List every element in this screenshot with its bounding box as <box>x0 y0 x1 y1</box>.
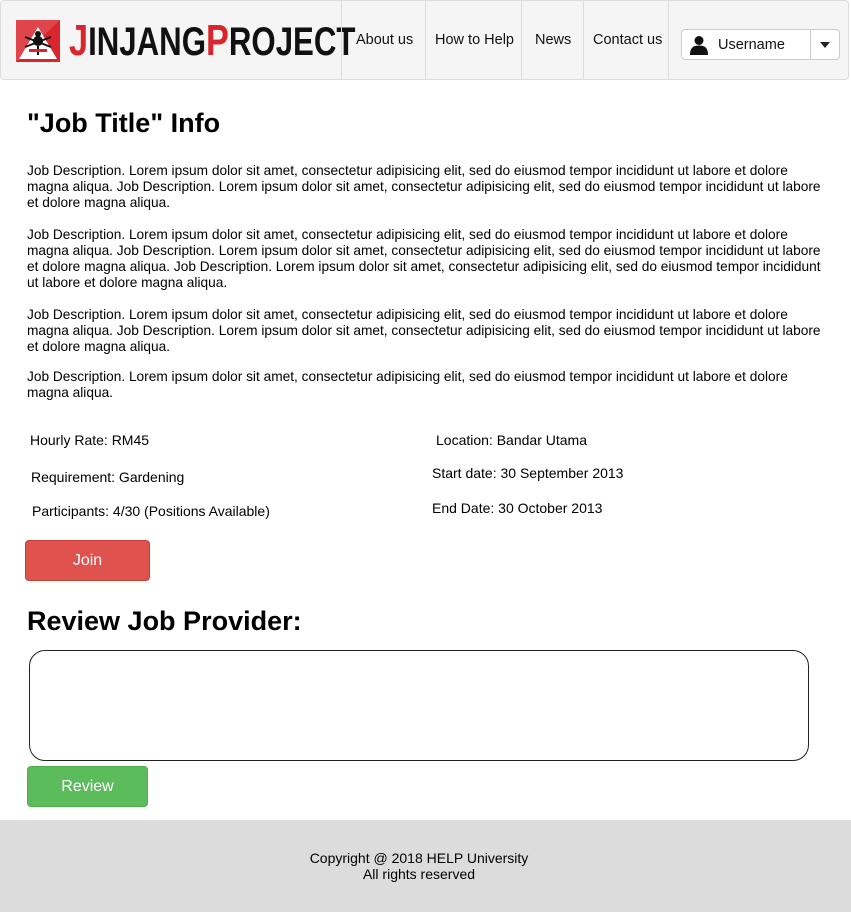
job-description-paragraph: Job Description. Lorem ipsum dolor sit a… <box>27 307 821 354</box>
footer: Copyright @ 2018 HELP University All rig… <box>0 820 851 912</box>
nav-about-us[interactable]: About us <box>356 32 413 48</box>
nav-divider <box>425 1 426 79</box>
brand-initial-1: J <box>69 15 89 65</box>
navbar: JINJANGPROJECT About us How to Help News… <box>0 0 849 80</box>
start-date: Start date: 30 September 2013 <box>432 465 624 481</box>
footer-rights: All rights reserved <box>362 866 476 882</box>
logo-icon <box>15 19 61 63</box>
review-heading: Review Job Provider: <box>27 606 302 636</box>
nav-divider <box>668 1 669 79</box>
chevron-down-icon[interactable] <box>820 42 830 48</box>
join-button[interactable]: Join <box>25 540 150 581</box>
nav-divider <box>583 1 584 79</box>
review-textarea[interactable] <box>29 650 809 761</box>
brand-name: JINJANGPROJECT <box>69 15 356 65</box>
nav-contact-us[interactable]: Contact us <box>593 32 662 48</box>
page-title: "Job Title" Info <box>27 108 221 138</box>
job-description-paragraph: Job Description. Lorem ipsum dolor sit a… <box>27 369 788 400</box>
requirement: Requirement: Gardening <box>31 469 185 485</box>
nav-news[interactable]: News <box>535 32 571 48</box>
nav-how-to-help[interactable]: How to Help <box>435 32 514 48</box>
participants: Participants: 4/30 (Positions Available) <box>32 503 270 519</box>
dropdown-divider <box>810 30 811 59</box>
nav-divider <box>341 1 342 79</box>
brand-rest-2: ROJECT <box>228 19 356 64</box>
nav-divider <box>521 1 522 79</box>
user-icon <box>690 36 708 55</box>
username-label: Username <box>718 37 785 53</box>
review-button[interactable]: Review <box>27 766 148 807</box>
footer-copyright: Copyright @ 2018 HELP University <box>309 850 529 866</box>
job-description-paragraph: Job Description. Lorem ipsum dolor sit a… <box>27 227 821 290</box>
user-dropdown[interactable]: Username <box>681 29 840 60</box>
brand-rest-1: INJANG <box>88 19 206 64</box>
brand-initial-2: P <box>205 15 229 65</box>
end-date: End Date: 30 October 2013 <box>432 500 603 516</box>
hourly-rate: Hourly Rate: RM45 <box>30 432 150 448</box>
location: Location: Bandar Utama <box>436 432 587 448</box>
job-description-paragraph: Job Description. Lorem ipsum dolor sit a… <box>27 163 821 210</box>
